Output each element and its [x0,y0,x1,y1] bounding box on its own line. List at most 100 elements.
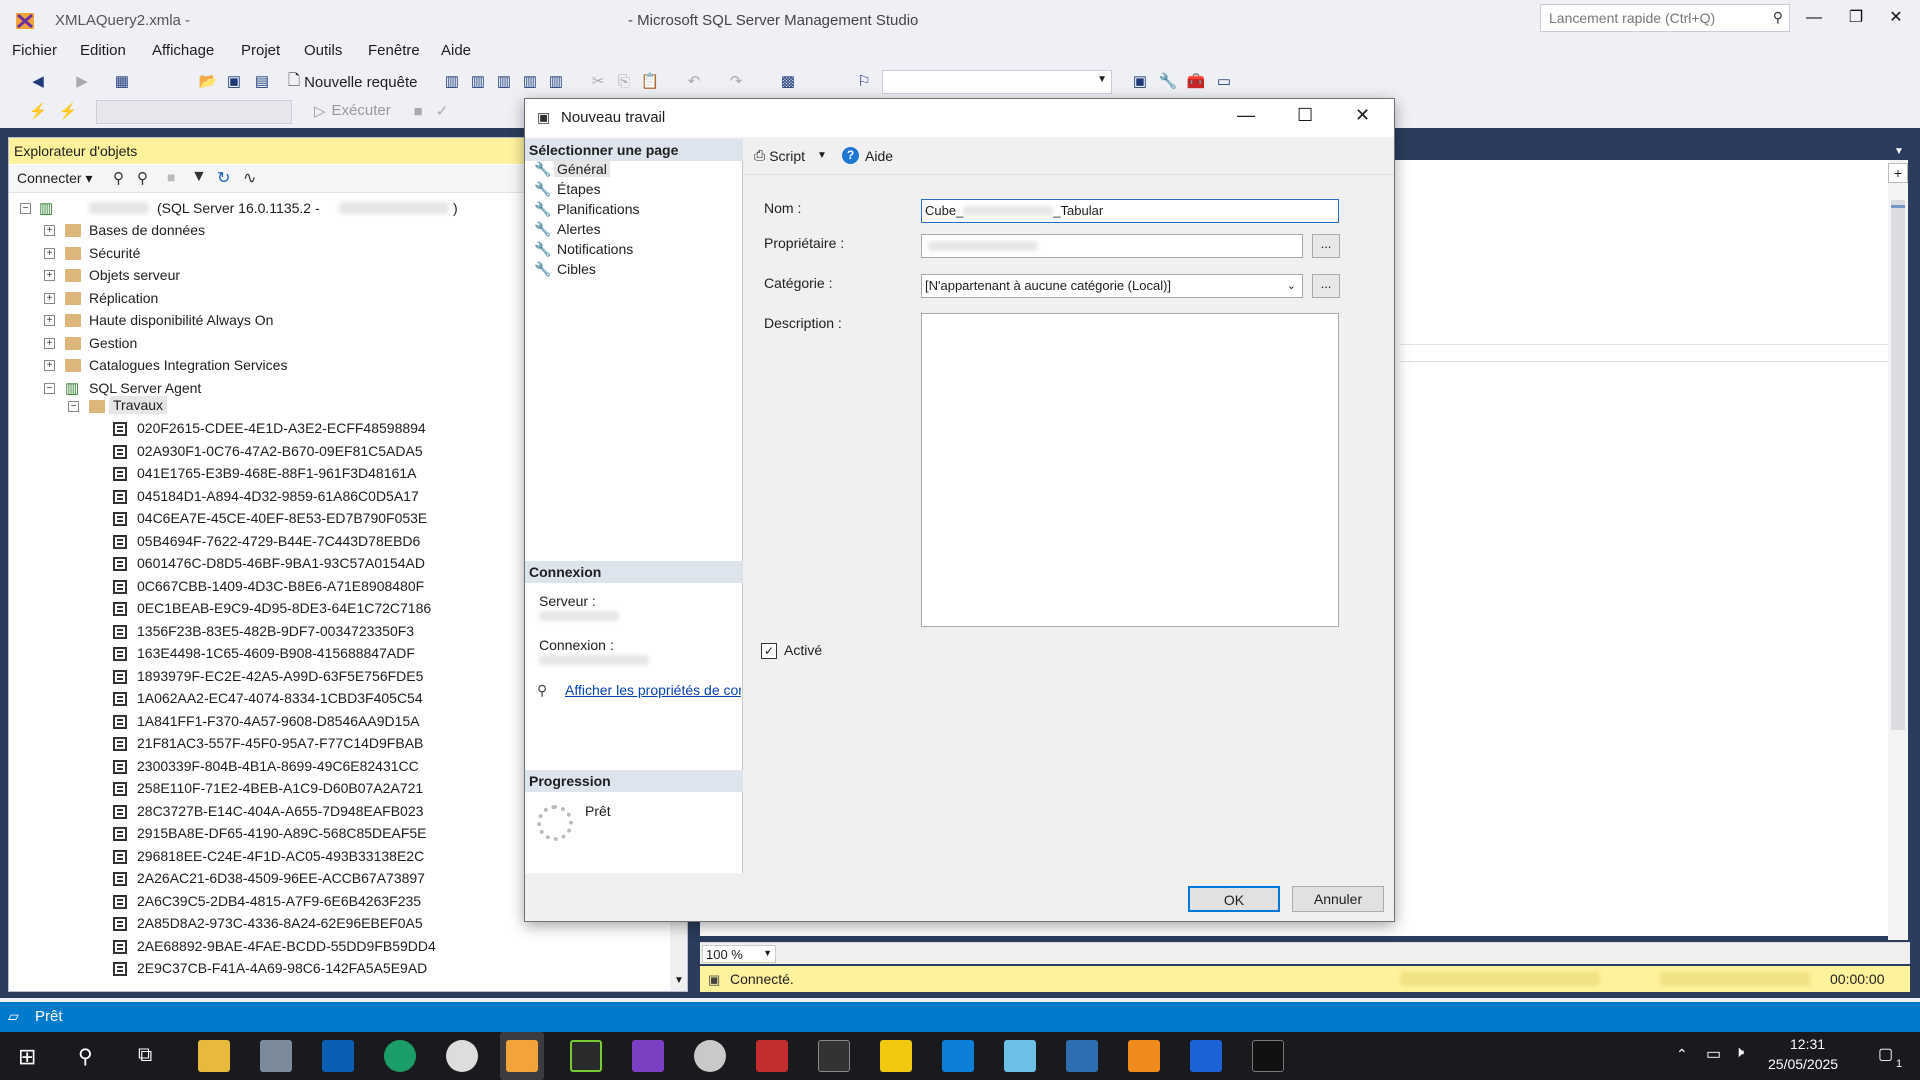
ok-button[interactable]: OK [1188,886,1280,912]
execute-button[interactable]: ▷ Exécuter [314,102,391,120]
new-project-icon[interactable]: ▦ [112,72,132,92]
toolbox-app-icon[interactable] [756,1040,788,1072]
owner-browse-button[interactable]: ... [1312,234,1340,258]
cut-icon[interactable]: ✂ [588,72,608,92]
help-button[interactable]: ? Aide [842,147,893,164]
menu-affichage[interactable]: Affichage [152,42,214,59]
page-item[interactable]: Général [554,161,610,177]
connect-dropdown[interactable]: Connecter ▾ [17,170,93,187]
copy-icon[interactable]: ⎘ [614,72,634,92]
category-browse-button[interactable]: ... [1312,274,1340,298]
task-scheduler-icon[interactable] [260,1040,292,1072]
new-query-button[interactable]: 🗋 Nouvelle requête [288,70,417,94]
menu-fichier[interactable]: Fichier [12,42,57,59]
script-button[interactable]: ⎙ Script ▼ [754,147,827,164]
powershell-icon[interactable] [1190,1040,1222,1072]
clock-time[interactable]: 12:31 [1790,1036,1825,1052]
terminal-icon[interactable] [1252,1040,1284,1072]
split-editor-icon[interactable]: + [1888,163,1908,183]
windows-start-icon[interactable]: ⊞ [18,1044,36,1070]
dialog-close-button[interactable]: ✕ [1355,105,1370,126]
close-button[interactable]: ✕ [1878,4,1914,32]
activity-monitor-icon[interactable]: ▩ [778,72,798,92]
expand-icon[interactable]: + [44,270,55,281]
dialog-minimize-button[interactable]: — [1237,105,1255,126]
page-item[interactable]: Planifications [557,201,640,217]
mdx-query-icon[interactable]: ▥ [468,72,488,92]
outlook-icon[interactable] [322,1040,354,1072]
file-explorer-icon[interactable] [198,1040,230,1072]
dax-query-icon[interactable]: ▥ [546,72,566,92]
menu-outils[interactable]: Outils [304,42,342,59]
description-textarea[interactable] [921,313,1339,627]
editor-vertical-scrollbar[interactable] [1888,160,1908,940]
paste-icon[interactable]: 📋 [640,72,660,92]
stop-icon[interactable]: ■ [408,102,428,122]
toolbox-icon[interactable]: 🧰 [1186,72,1206,92]
dmx-query-icon[interactable]: ▥ [494,72,514,92]
restore-button[interactable]: ❐ [1838,4,1874,32]
database-engine-query-icon[interactable]: ▥ [442,72,462,92]
properties-wrench-icon[interactable]: 🔧 [1158,72,1178,92]
parse-icon[interactable]: ✓ [432,102,452,122]
vscode-icon[interactable] [942,1040,974,1072]
xmla-query-icon[interactable]: ▥ [520,72,540,92]
show-hidden-icons[interactable]: ⌃ [1676,1046,1688,1063]
save-all-icon[interactable]: ▤ [252,72,272,92]
volume-icon[interactable]: 🕨 [1734,1044,1744,1062]
scroll-thumb[interactable] [1891,200,1905,730]
find-combo[interactable]: ▼ [882,70,1112,94]
menu-aide[interactable]: Aide [441,42,471,59]
power-bi-report-server-icon[interactable] [880,1040,912,1072]
clock-app-icon[interactable] [446,1040,478,1072]
dialog-maximize-button[interactable]: ☐ [1297,105,1313,126]
edge-icon[interactable] [384,1040,416,1072]
collapse-icon[interactable]: − [20,203,31,214]
collapse-icon[interactable]: − [44,382,55,394]
connect-plug-icon[interactable]: ⚲ [113,169,124,187]
menu-edition[interactable]: Edition [80,42,126,59]
save-icon[interactable]: ▣ [224,72,244,92]
page-item[interactable]: Cibles [557,261,596,277]
solution-explorer-icon[interactable]: ▣ [1130,72,1150,92]
disconnect-icon[interactable]: ⚡ [58,102,78,122]
profiler-icon[interactable] [694,1040,726,1072]
clock-date[interactable]: 25/05/2025 [1768,1056,1838,1072]
network-icon[interactable]: ▭ [1706,1044,1721,1064]
menu-projet[interactable]: Projet [241,42,280,59]
expand-icon[interactable]: + [44,247,55,259]
disconnect-icon[interactable]: ⚲ [137,169,148,187]
console-icon[interactable] [818,1040,850,1072]
cancel-button[interactable]: Annuler [1292,886,1384,912]
expand-icon[interactable]: + [44,292,55,304]
command-window-icon[interactable]: ▭ [1214,72,1234,92]
undo-icon[interactable]: ↶ [684,72,704,92]
search-icon[interactable]: ⚲ [78,1044,93,1069]
find-icon[interactable]: ⚐ [854,72,874,92]
scroll-down-icon[interactable]: ▼ [674,975,684,986]
expand-icon[interactable]: + [44,315,55,326]
expand-icon[interactable]: + [44,337,55,349]
quick-launch-input[interactable]: Lancement rapide (Ctrl+Q) ⚲ [1540,4,1790,32]
expand-icon[interactable]: + [44,225,55,236]
vlc-icon[interactable] [1128,1040,1160,1072]
zoom-combo[interactable]: 100 % ▼ [702,945,776,963]
notification-center-icon[interactable]: ▢ [1878,1044,1893,1064]
owner-field[interactable] [921,234,1303,258]
open-file-icon[interactable]: 📂 [198,72,218,92]
name-field[interactable]: Cube_ _Tabular [921,199,1339,223]
notepad-icon[interactable] [1004,1040,1036,1072]
enabled-checkbox[interactable]: ✓ [761,643,777,659]
page-item[interactable]: Notifications [557,241,633,257]
network-app-icon[interactable] [1066,1040,1098,1072]
task-view-icon[interactable]: ⧉ [138,1044,152,1067]
menu-fenetre[interactable]: Fenêtre [368,42,420,59]
visual-studio-icon[interactable] [632,1040,664,1072]
database-combo[interactable] [96,100,292,124]
forward-icon[interactable]: ▶ [72,72,92,92]
refresh-icon[interactable]: ↻ [217,168,230,188]
expand-icon[interactable]: + [44,360,55,371]
view-connection-properties-link[interactable]: Afficher les propriétés de conn [565,682,741,698]
ssms-icon[interactable] [506,1040,538,1072]
collapse-icon[interactable]: − [68,401,79,412]
